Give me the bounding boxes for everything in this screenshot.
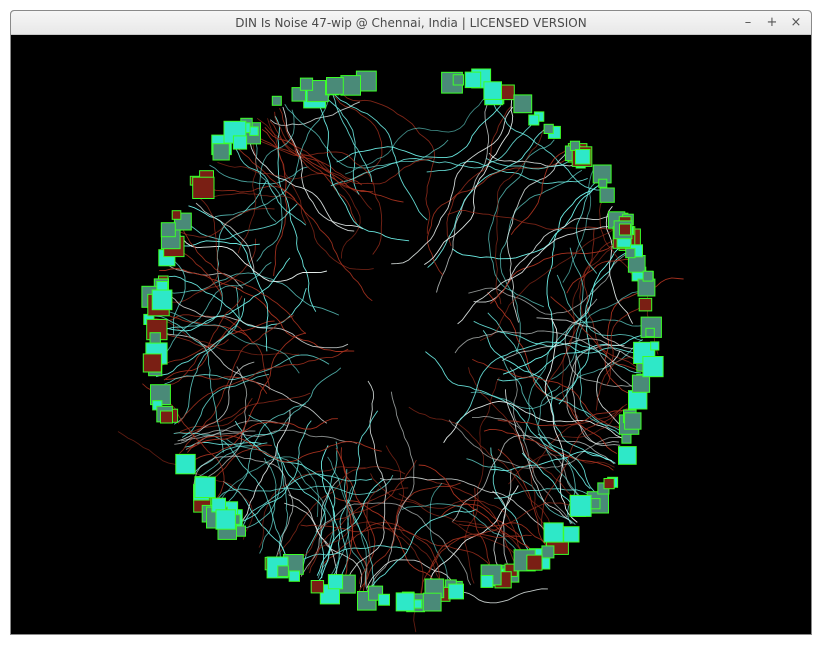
ring-square xyxy=(452,74,465,86)
particle-trail xyxy=(447,209,630,232)
ring-square xyxy=(464,71,482,89)
particle-trail xyxy=(209,164,309,185)
ring-square xyxy=(160,410,173,424)
ring-square xyxy=(192,176,215,199)
ring-square xyxy=(249,126,259,136)
particle-trail xyxy=(269,120,358,224)
ring-square xyxy=(528,114,540,126)
ring-square xyxy=(326,77,344,95)
ring-square xyxy=(625,247,636,259)
particle-trail xyxy=(436,88,492,293)
ring-square xyxy=(327,574,344,590)
particle-trail xyxy=(502,244,624,375)
particle-trail xyxy=(181,373,270,438)
ring-square xyxy=(618,446,637,465)
ring-square xyxy=(422,592,442,612)
particle-trail xyxy=(509,367,568,518)
ring-square xyxy=(642,356,664,378)
particle-trails xyxy=(117,79,684,633)
ring-square xyxy=(621,433,632,444)
ring-square xyxy=(395,592,415,612)
particle-trail xyxy=(336,105,502,163)
ring-square xyxy=(288,570,301,582)
ring-square xyxy=(575,149,591,165)
particle-trail xyxy=(451,521,523,564)
particle-trail xyxy=(566,344,625,447)
particle-trail xyxy=(159,268,355,352)
particle-trail xyxy=(187,203,298,240)
particle-trail xyxy=(452,185,599,260)
title-bar[interactable]: DIN Is Noise 47-wip @ Chennai, India | L… xyxy=(11,11,811,35)
particle-trail xyxy=(556,274,643,342)
ring-square xyxy=(599,187,615,203)
close-button[interactable]: × xyxy=(789,16,803,30)
window-controls: – + × xyxy=(741,11,803,35)
ring-square xyxy=(543,123,554,135)
ring-square xyxy=(598,178,608,188)
ring-square xyxy=(563,526,580,543)
ring-square xyxy=(194,476,216,499)
particle-ring-visualization[interactable] xyxy=(11,35,811,634)
ring-square xyxy=(175,453,196,475)
app-window: DIN Is Noise 47-wip @ Chennai, India | L… xyxy=(10,10,812,635)
ring-square xyxy=(541,545,555,559)
particle-trail xyxy=(164,293,349,349)
particle-trail xyxy=(241,473,373,533)
particle-trail xyxy=(237,132,257,254)
particle-trail xyxy=(323,82,428,221)
particle-trail xyxy=(502,356,576,525)
particle-trail xyxy=(163,320,275,381)
ring-square xyxy=(650,341,660,351)
ring-square xyxy=(160,222,176,238)
ring-square xyxy=(310,580,325,594)
ring-square xyxy=(483,81,502,100)
ring-square xyxy=(340,75,361,96)
ring-square xyxy=(645,327,655,338)
ring-square xyxy=(637,278,656,297)
particle-trail xyxy=(418,464,536,555)
visualization-canvas[interactable] xyxy=(11,35,811,634)
ring-square xyxy=(378,593,391,606)
ring-square xyxy=(480,575,494,588)
particle-trail xyxy=(506,149,568,323)
ring-square xyxy=(151,289,173,311)
ring-square xyxy=(212,143,230,161)
ring-square xyxy=(526,554,543,571)
particle-trail xyxy=(330,121,535,187)
ring-square xyxy=(149,332,161,344)
ring-square xyxy=(271,95,282,106)
particle-trail xyxy=(296,459,417,567)
particle-trail xyxy=(473,320,642,374)
particle-trail xyxy=(204,185,296,200)
ring-square xyxy=(142,353,162,373)
minimize-button[interactable]: – xyxy=(741,16,755,30)
ring-square xyxy=(277,565,289,578)
ring-square xyxy=(603,478,615,490)
particle-trail xyxy=(238,414,283,533)
particle-trail xyxy=(195,192,374,271)
particle-trail xyxy=(551,288,644,380)
ring-square xyxy=(543,522,564,543)
ring-square xyxy=(513,94,533,114)
ring-square xyxy=(638,297,653,312)
ring-square xyxy=(232,135,248,150)
ring-square xyxy=(624,412,642,430)
particle-trail xyxy=(457,226,621,325)
ring-square xyxy=(299,77,314,91)
ring-square xyxy=(628,390,648,410)
ring-square xyxy=(642,270,654,282)
ring-square xyxy=(569,494,592,517)
ring-square xyxy=(215,509,236,530)
particle-trail xyxy=(566,258,639,294)
maximize-button[interactable]: + xyxy=(765,16,779,30)
ring-square xyxy=(448,583,465,600)
ring-square xyxy=(619,223,631,236)
ring-square xyxy=(171,210,182,220)
ring-square xyxy=(631,374,651,393)
window-title: DIN Is Noise 47-wip @ Chennai, India | L… xyxy=(235,16,587,30)
